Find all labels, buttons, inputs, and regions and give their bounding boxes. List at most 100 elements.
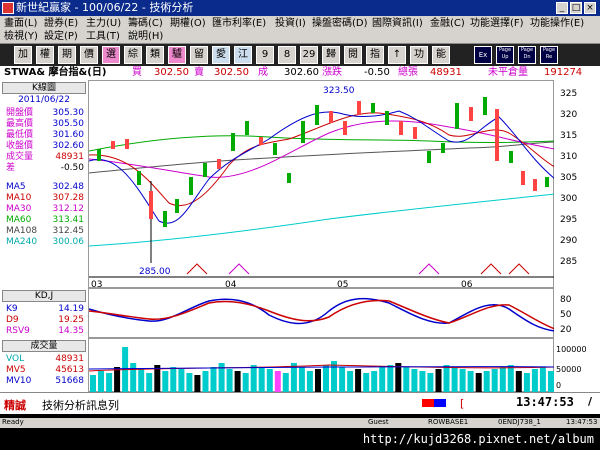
volume-bar xyxy=(419,371,426,393)
menu-finance[interactable]: 金融(C) xyxy=(430,17,465,30)
close-button[interactable]: × xyxy=(584,2,596,14)
signal-triangle xyxy=(508,263,530,275)
candle xyxy=(259,137,263,145)
toolbar-button[interactable]: 閱 xyxy=(344,46,362,64)
menu-securities[interactable]: 證券(E) xyxy=(44,17,78,30)
menu-invest[interactable]: 投資(I) xyxy=(275,17,306,30)
volume-bar xyxy=(98,371,104,393)
toolbar-button[interactable]: 歸 xyxy=(322,46,340,64)
kd-info: KD,J K9 14.19 D9 19.25 RSV9 14.35 xyxy=(0,288,88,338)
menu-help[interactable]: 說明(H) xyxy=(128,30,163,43)
menu-chips[interactable]: 籌碼(C) xyxy=(128,17,163,30)
kd-chart[interactable] xyxy=(88,288,556,338)
status-message: 技術分析訊息列 xyxy=(42,399,119,412)
y-tick: 315 xyxy=(560,131,577,141)
clock: 13:47:53 xyxy=(516,395,574,409)
candle xyxy=(149,191,153,219)
toolbar-button[interactable]: 29 xyxy=(300,46,318,64)
volume-bar xyxy=(539,367,546,393)
volume-bar xyxy=(323,365,329,393)
change-value: -0.50 xyxy=(364,67,390,78)
menu-func-select[interactable]: 功能選擇(F) xyxy=(470,17,524,30)
kd-title[interactable]: KD,J xyxy=(2,290,86,302)
y-tick: 325 xyxy=(560,89,577,99)
toolbar-button[interactable]: 權 xyxy=(36,46,54,64)
toolbar-button[interactable]: 期 xyxy=(58,46,76,64)
mv10-row: MV10 51668 xyxy=(6,376,84,386)
menu-fx[interactable]: 匯市利率(E) xyxy=(212,17,266,30)
volume-bar xyxy=(266,369,273,393)
k-line-chart[interactable]: 323.50 285.00 03 04 05 06 xyxy=(88,80,556,290)
y-tick: 285 xyxy=(560,257,577,267)
toolbar-button[interactable]: 8 xyxy=(278,46,296,64)
volume-title[interactable]: 成交量 xyxy=(2,340,86,352)
code-text: 0ENDJ738_1 xyxy=(498,418,541,426)
volume-bar xyxy=(443,365,450,393)
deal-value: 302.60 xyxy=(284,67,319,78)
volume-bar xyxy=(106,373,113,393)
volume-bar xyxy=(491,369,498,393)
toolbar-button[interactable]: 選 xyxy=(102,46,120,64)
volume-bar xyxy=(226,369,233,393)
volume-bar xyxy=(475,373,482,393)
candle xyxy=(329,111,333,123)
volume-bar xyxy=(250,365,257,393)
menu-view[interactable]: 檢視(Y) xyxy=(4,30,38,43)
toolbar-button[interactable]: 能 xyxy=(432,46,450,64)
menu-main-force[interactable]: 主力(U) xyxy=(86,17,121,30)
page-refresh-button[interactable]: Page Re xyxy=(540,46,558,64)
volume-bar xyxy=(331,361,337,393)
ma-row-5: MA5 302.48 xyxy=(6,182,84,192)
page-down-button[interactable]: Page Dn xyxy=(518,46,536,64)
candle xyxy=(545,177,549,187)
toolbar-button[interactable]: 功 xyxy=(410,46,428,64)
y-tick: 320 xyxy=(560,110,577,120)
toolbar-button[interactable]: Ex xyxy=(474,46,492,64)
panel-date: 2011/06/22 xyxy=(18,95,70,105)
toolbar-button[interactable]: 愛 xyxy=(212,46,230,64)
buy-value: 302.50 xyxy=(154,67,189,78)
volume-bar xyxy=(379,367,386,393)
kd-row-d: D9 19.25 xyxy=(6,315,84,325)
toolbar-button[interactable]: 留 xyxy=(190,46,208,64)
toolbar-button[interactable]: 類 xyxy=(146,46,164,64)
volume-bar xyxy=(170,367,177,393)
toolbar-button[interactable]: 驢 xyxy=(168,46,186,64)
candle xyxy=(413,127,417,139)
menu-intl[interactable]: 國際資訊(I) xyxy=(372,17,423,30)
toolbar-button[interactable]: 價 xyxy=(80,46,98,64)
y-tick: 300 xyxy=(560,194,577,204)
toolbar-button[interactable]: 加 xyxy=(14,46,32,64)
volume-bar xyxy=(90,375,96,393)
toolbar-button[interactable]: 指 xyxy=(366,46,384,64)
vol-row: VOL 48931 xyxy=(6,354,84,364)
menu-password[interactable]: 操盤密碼(D) xyxy=(312,17,368,30)
page-up-button[interactable]: Page Up xyxy=(496,46,514,64)
minimize-button[interactable]: _ xyxy=(556,2,568,14)
menu-screen[interactable]: 畫面(L) xyxy=(4,17,37,30)
high-label: 323.50 xyxy=(323,86,355,96)
menu-tools[interactable]: 工具(T) xyxy=(86,30,120,43)
menu-settings[interactable]: 設定(P) xyxy=(44,30,78,43)
volume-chart[interactable] xyxy=(88,338,556,393)
volume-bar xyxy=(114,367,121,393)
volume-bar xyxy=(515,371,522,393)
candle xyxy=(521,171,525,185)
info-row-open: 開盤價 305.30 xyxy=(6,108,84,118)
menu-func-op[interactable]: 功能操作(E) xyxy=(530,17,584,30)
menu-futures[interactable]: 期權(O) xyxy=(170,17,206,30)
panel-title[interactable]: K線圖 xyxy=(2,82,86,94)
kd-axis: 80 50 20 xyxy=(554,288,600,338)
toolbar-button[interactable]: 9 xyxy=(256,46,274,64)
change-label: 漲跌 xyxy=(322,67,342,78)
candle xyxy=(495,109,499,161)
info-row-close: 收盤價 302.60 xyxy=(6,141,84,151)
toolbar-button[interactable]: 江 xyxy=(234,46,252,64)
info-row-diff: 差 -0.50 xyxy=(6,163,84,173)
volume-bar xyxy=(306,371,313,393)
volume-bar xyxy=(483,371,490,393)
toolbar-button[interactable]: ↑ xyxy=(388,46,406,64)
toolbar-button[interactable]: 綜 xyxy=(124,46,142,64)
low-label: 285.00 xyxy=(139,267,171,277)
maximize-button[interactable]: □ xyxy=(570,2,582,14)
